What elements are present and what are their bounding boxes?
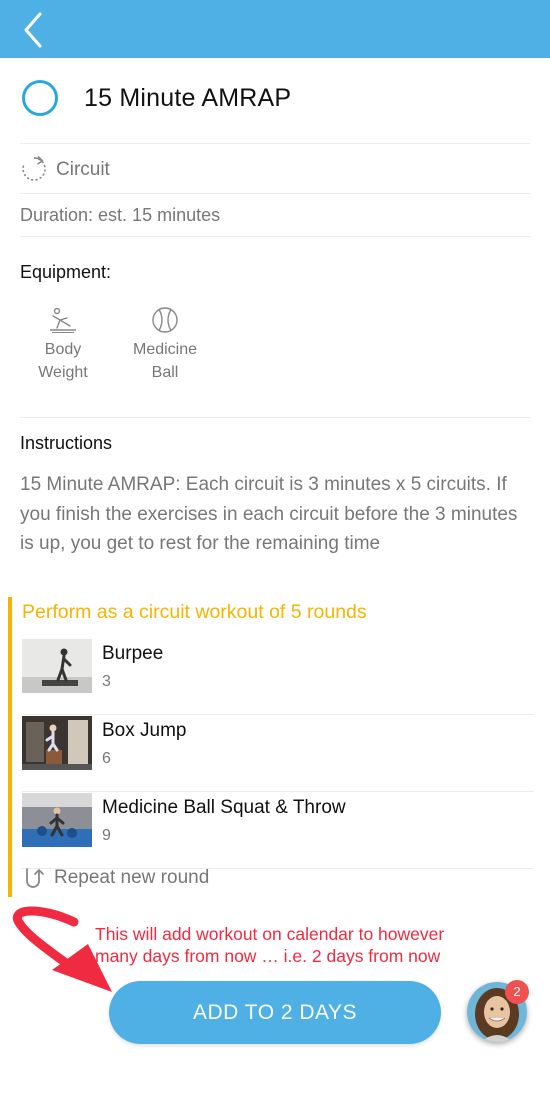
exercise-name: Burpee	[102, 643, 164, 664]
workout-title-row: 15 Minute AMRAP	[20, 80, 530, 124]
repeat-icon	[26, 868, 44, 888]
exercise-thumbnail	[22, 716, 92, 770]
instructions-heading: Instructions	[20, 433, 113, 453]
add-to-days-button[interactable]: ADD TO 2 DAYS	[109, 981, 441, 1044]
divider	[20, 236, 530, 237]
annotation-line: many days from now … i.e. 2 days from no…	[95, 946, 441, 966]
coach-chat-button[interactable]: 2	[467, 980, 529, 1042]
equipment-heading: Equipment:	[20, 262, 112, 282]
exercise-reps: 3	[102, 673, 111, 690]
repeat-round-row: Repeat new round	[22, 865, 209, 895]
complete-checkbox[interactable]	[22, 80, 58, 116]
bodyweight-icon	[50, 307, 76, 333]
equipment-label-line: Ball	[151, 364, 179, 381]
exercise-row-burpee[interactable]: Burpee 3	[22, 639, 534, 715]
equipment-item-medicine-ball: Medicine Ball	[120, 306, 210, 384]
equipment-label-line: Body	[44, 341, 82, 358]
top-app-bar	[0, 0, 550, 58]
exercise-reps: 6	[102, 750, 111, 767]
divider	[22, 714, 534, 715]
notification-badge: 2	[505, 980, 529, 1004]
divider	[20, 193, 530, 194]
exercise-row-box-jump[interactable]: Box Jump 6	[22, 716, 534, 792]
exercise-row-medicine-ball-squat-throw[interactable]: Medicine Ball Squat & Throw 9	[22, 793, 534, 869]
workout-type-label: Circuit	[56, 159, 110, 180]
exercise-thumbnail	[22, 639, 92, 693]
equipment-item-bodyweight: Body Weight	[18, 306, 108, 384]
workout-type-row: Circuit	[20, 155, 530, 187]
equipment-label-line: Medicine	[132, 341, 198, 358]
chevron-left-icon	[24, 12, 42, 48]
equipment-label: Medicine Ball	[120, 338, 210, 384]
divider	[20, 143, 530, 144]
exercise-thumbnail	[22, 793, 92, 847]
instructions-text: 15 Minute AMRAP: Each circuit is 3 minut…	[20, 474, 518, 554]
divider	[22, 791, 534, 792]
divider	[20, 417, 530, 418]
repeat-round-label: Repeat new round	[54, 867, 210, 888]
equipment-label-line: Weight	[38, 364, 88, 381]
exercise-reps: 9	[102, 827, 111, 844]
medicine-ball-icon	[152, 307, 178, 333]
equipment-label: Body Weight	[18, 338, 108, 384]
annotation-text: This will add workout on calendar to how…	[95, 923, 515, 967]
page-title: 15 Minute AMRAP	[84, 84, 292, 112]
exercise-name: Box Jump	[102, 720, 187, 741]
annotation-line: This will add workout on calendar to how…	[95, 924, 445, 944]
back-button[interactable]	[14, 10, 54, 50]
circuit-block: Perform as a circuit workout of 5 rounds…	[8, 597, 534, 897]
circuit-icon	[22, 155, 46, 181]
circuit-heading: Perform as a circuit workout of 5 rounds	[22, 601, 367, 623]
duration-text: Duration: est. 15 minutes	[20, 205, 221, 225]
exercise-name: Medicine Ball Squat & Throw	[102, 797, 346, 818]
